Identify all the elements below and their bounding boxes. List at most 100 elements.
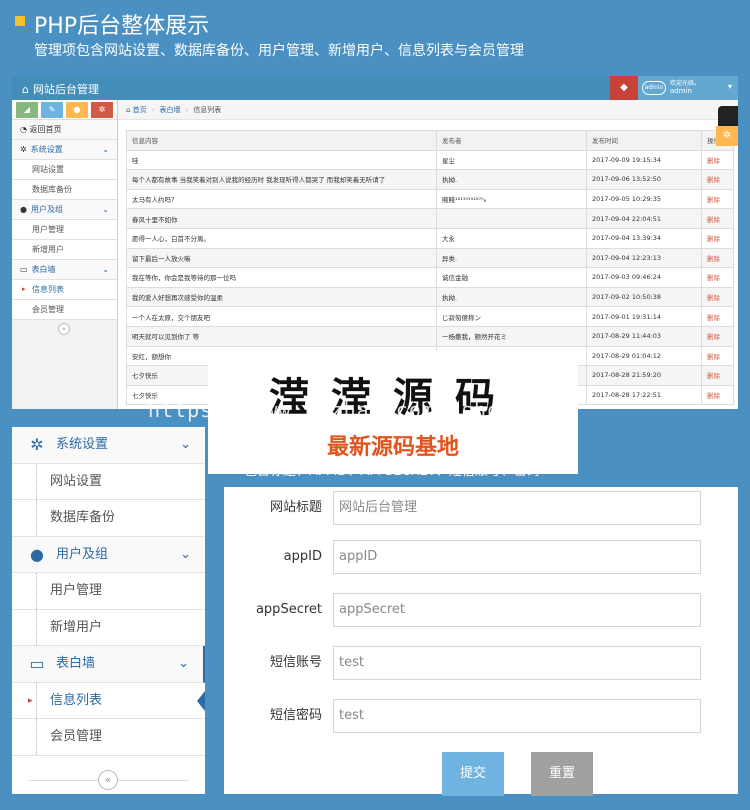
cell-action: 删除 <box>701 149 734 171</box>
cell-content: 我在等你，你会是我等待的那一位吗 <box>126 267 437 288</box>
cogs-icon[interactable]: ✲ <box>91 102 113 118</box>
users-icon: ● <box>30 544 44 564</box>
sidebar-item-wall[interactable]: ▭ 表白墙 ⌄ <box>12 260 117 280</box>
sidebar-item-label: 系统设置 <box>56 437 109 452</box>
cell-action: 删除 <box>701 345 734 367</box>
sidebar-item-settings[interactable]: ✲ 系统设置 ⌄ <box>12 427 205 464</box>
cell-author <box>436 208 587 229</box>
cell-time: 2017-09-03 09:46:24 <box>586 267 702 288</box>
sidebar-item-site-settings[interactable]: 网站设置 <box>12 463 205 500</box>
delete-button[interactable]: 删除 <box>707 274 720 282</box>
chevron-down-icon: ⌄ <box>180 546 191 562</box>
cell-content: 我的爱人好想再次感受你的温柔 <box>126 286 437 308</box>
users-icon[interactable]: ● <box>66 102 88 118</box>
cell-content: 春风十里不如你 <box>126 208 437 229</box>
form-row-sms-account: 短信账号 test <box>224 646 738 680</box>
delete-button[interactable]: 删除 <box>707 294 720 302</box>
cell-action: 删除 <box>701 169 734 190</box>
sidebar-item-home[interactable]: ◔ 返回首页 <box>12 120 117 140</box>
admin-brand[interactable]: ⌂ 网站后台管理 <box>22 81 99 97</box>
cell-author: 异类. <box>436 247 587 269</box>
delete-button[interactable]: 删除 <box>707 255 720 263</box>
active-arrow-icon: ▸ <box>28 695 33 706</box>
form-row-sms-password: 短信密码 test <box>224 699 738 733</box>
sms-account-label: 短信账号 <box>269 655 322 670</box>
settings-form: 网站标题 网站后台管理 appID appID appSecret appSec… <box>224 487 738 796</box>
collapse-icon[interactable]: « <box>98 770 118 790</box>
cell-action: 删除 <box>701 267 734 288</box>
sidebar-zoom: ✲ 系统设置 ⌄ 网站设置 数据库备份 ● 用户及组 ⌄ 用户管理 新增用户 ▭ 表白墙 ⌄… <box>12 427 205 794</box>
cell-action: 删除 <box>701 188 734 210</box>
sidebar-item-db-backup[interactable]: 数据库备份 <box>12 500 205 537</box>
delete-button[interactable]: 删除 <box>707 372 720 380</box>
delete-button[interactable]: 删除 <box>707 176 720 184</box>
cell-time: 2017-09-04 22:04:51 <box>586 208 702 229</box>
cell-author: 賤賤¹⁸¹³⁵¹⁹¹⁸⁷⁰₈ <box>436 188 587 210</box>
chevron-down-icon: ⌄ <box>178 656 189 671</box>
table-row: 春风十里不如你 2017-09-04 22:04:51 删除 <box>126 208 734 229</box>
cell-time: 2017-09-06 13:52:50 <box>586 169 702 190</box>
sidebar-collapse: « <box>12 766 205 794</box>
delete-button[interactable]: 删除 <box>707 353 720 361</box>
delete-button[interactable]: 删除 <box>707 235 720 243</box>
column-header: 发布者 <box>436 130 587 151</box>
sidebar-item-users-group[interactable]: ● 用户及组 ⌄ <box>12 536 205 573</box>
sms-password-label: 短信密码 <box>269 708 322 723</box>
breadcrumb-home[interactable]: 首页 <box>133 106 147 114</box>
sidebar-item-db-backup[interactable]: 数据库备份 <box>12 180 117 200</box>
admin-sidebar: ◢ ✎ ● ✲ ◔ 返回首页 ✲ 系统设置 ⌄ 网站设置 数据库备份 ● 用户及组 ⌄ … <box>12 100 118 409</box>
delete-button[interactable]: 删除 <box>707 314 720 322</box>
cell-content: 明天就可以见到你了 等 <box>126 325 437 347</box>
sidebar-item-add-user[interactable]: 新增用户 <box>12 240 117 260</box>
notification-icon[interactable]: ◆ <box>610 76 638 100</box>
delete-button[interactable]: 删除 <box>707 157 720 165</box>
cell-time: 2017-08-29 01:04:12 <box>586 345 702 367</box>
form-caption: 包含标题、APPID、APPSECRET、短信账号、密码 <box>244 464 540 479</box>
breadcrumb-wall[interactable]: 表白墙 <box>159 106 180 114</box>
sidebar-item-add-user[interactable]: 新增用户 <box>12 609 205 646</box>
table-row: 留下最后一人放火嘛 异类. 2017-09-04 12:23:13 删除 <box>126 247 734 269</box>
sidebar-item-user-manage[interactable]: 用户管理 <box>12 220 117 240</box>
reset-button[interactable]: 重置 <box>531 752 593 796</box>
chevron-down-icon: ⌄ <box>102 265 109 274</box>
breadcrumb-separator: › <box>185 106 189 114</box>
sidebar-item-settings[interactable]: ✲ 系统设置 ⌄ <box>12 140 117 160</box>
delete-button[interactable]: 删除 <box>707 333 720 341</box>
appid-input[interactable]: appID <box>333 540 701 574</box>
signal-icon[interactable]: ◢ <box>16 102 38 118</box>
home-icon: ⌂ <box>126 106 133 114</box>
sidebar-item-site-settings[interactable]: 网站设置 <box>12 160 117 180</box>
site-title-label: 网站标题 <box>269 500 322 515</box>
sms-account-input[interactable]: test <box>333 646 701 680</box>
sidebar-item-users-group[interactable]: ● 用户及组 ⌄ <box>12 200 117 220</box>
sidebar-item-user-manage[interactable]: 用户管理 <box>12 573 205 610</box>
user-menu[interactable]: admin 欢迎光临， admin ▾ <box>638 76 738 100</box>
cell-author: 诚信金融 <box>436 267 587 288</box>
sms-password-input[interactable]: test <box>333 699 701 733</box>
collapse-icon[interactable]: « <box>58 323 70 335</box>
sidebar-item-info-list[interactable]: ▸ 信息列表 <box>12 682 205 719</box>
desktop-icon: ▭ <box>29 654 45 673</box>
delete-button[interactable]: 删除 <box>707 216 720 224</box>
delete-button[interactable]: 删除 <box>707 196 720 204</box>
cell-content: 太马有人约吗？ <box>126 188 437 210</box>
sidebar-item-label: 用户及组 <box>56 546 109 562</box>
breadcrumb: ⌂ 首页 › 表白墙 › 信息列表 <box>118 100 738 120</box>
home-icon: ⌂ <box>22 83 29 96</box>
table-row: 一个人在太原，交个朋友吧 じ寂匆傻称ン 2017-09-01 19:31:14 删除 <box>126 306 734 327</box>
settings-gear-icon[interactable]: ✲ <box>716 126 738 146</box>
cell-content: 愿得一人心，白首不分离。 <box>126 227 437 249</box>
pencil-icon[interactable]: ✎ <box>41 102 63 118</box>
appsecret-input[interactable]: appSecret <box>333 593 701 627</box>
cell-author: 星尘 <box>436 149 587 171</box>
sidebar-item-member-manage[interactable]: 会员管理 <box>12 719 205 756</box>
site-title-input[interactable]: 网站后台管理 <box>333 491 701 525</box>
sidebar-item-wall[interactable]: ▭ 表白墙 ⌄ <box>12 646 205 683</box>
cell-time: 2017-08-28 17:22:51 <box>586 384 702 406</box>
form-row-appsecret: appSecret appSecret <box>224 593 738 627</box>
gear-icon: ✲ <box>20 145 27 154</box>
sidebar-item-info-list[interactable]: 信息列表 <box>12 280 117 300</box>
submit-button[interactable]: 提交 <box>442 752 504 796</box>
sidebar-item-member-manage[interactable]: 会员管理 <box>12 300 117 320</box>
delete-button[interactable]: 删除 <box>707 392 720 400</box>
